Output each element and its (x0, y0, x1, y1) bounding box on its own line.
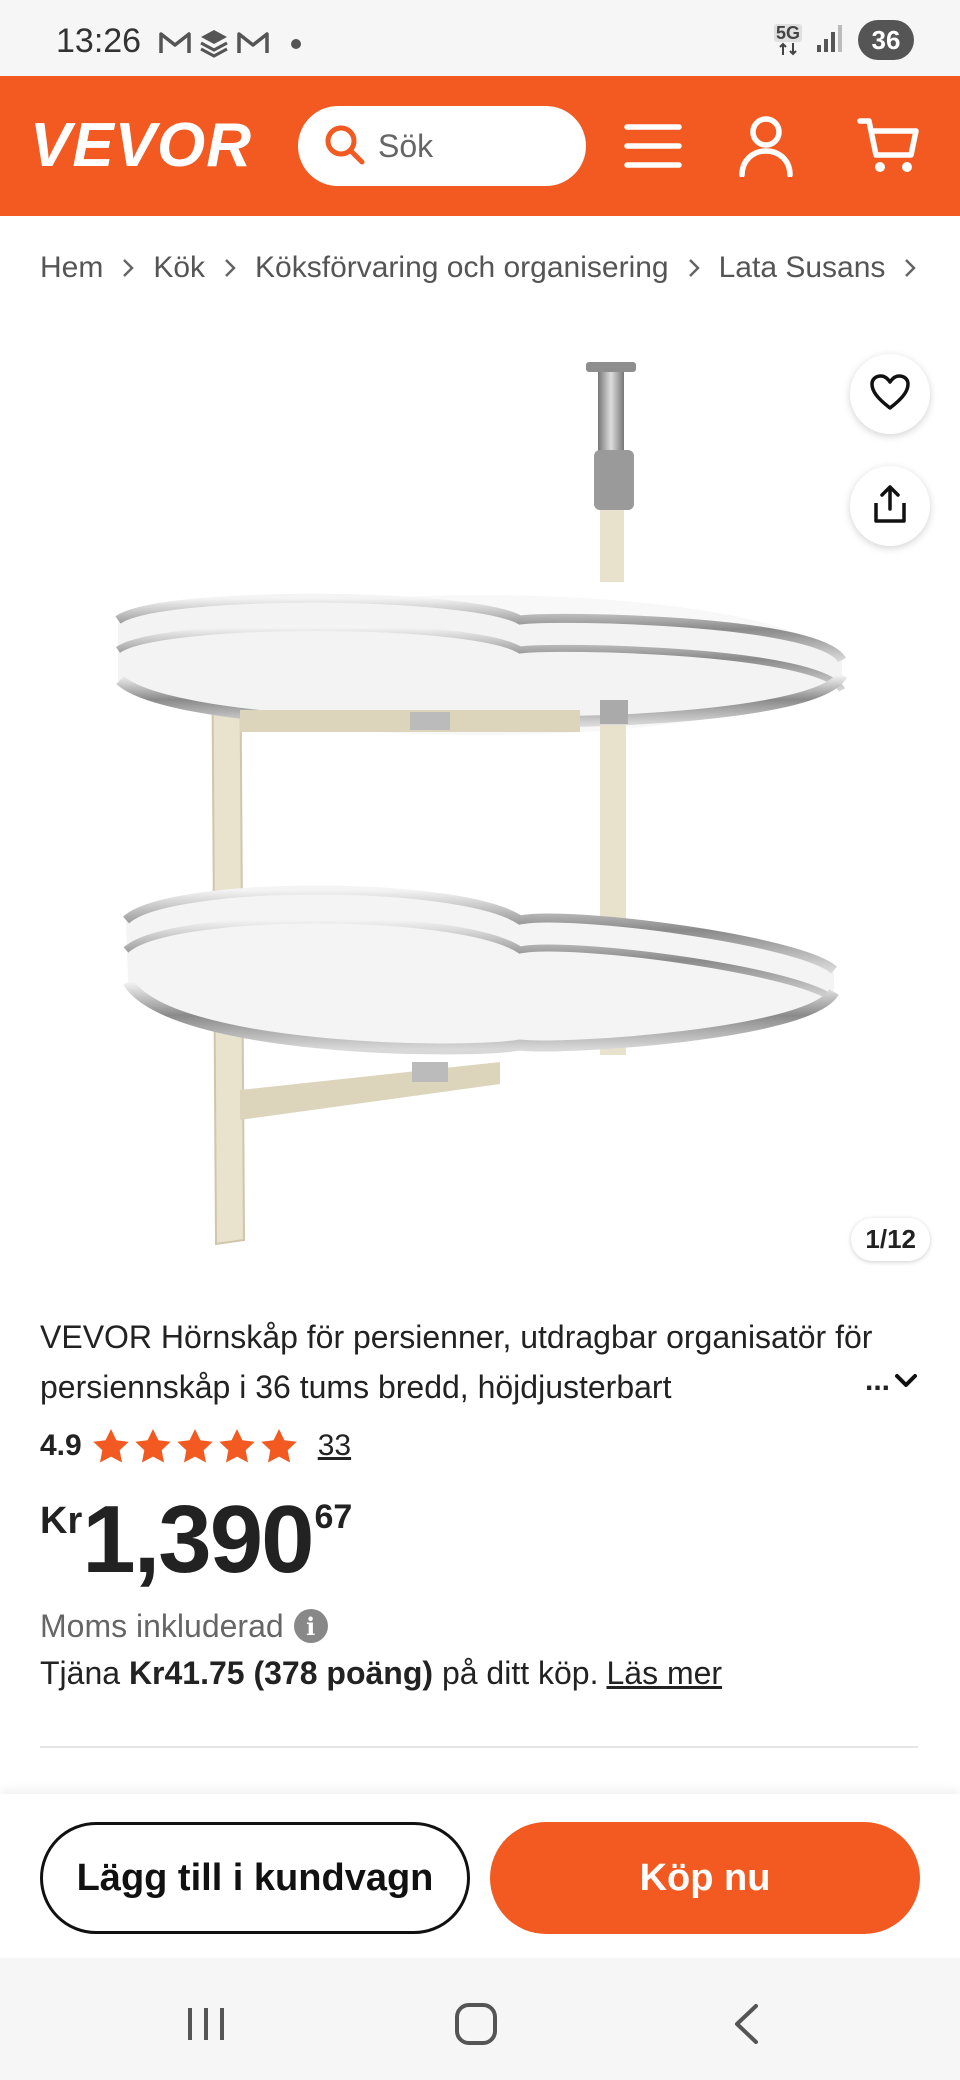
rating-stars (92, 1428, 298, 1464)
price-currency: Kr (40, 1500, 83, 1542)
breadcrumb-item-home[interactable]: Hem (40, 251, 103, 285)
stack-icon (198, 28, 230, 63)
search-icon[interactable] (322, 122, 366, 171)
ellipsis-text: ... (864, 1364, 890, 1397)
share-button[interactable] (850, 466, 930, 546)
cart-icon[interactable] (852, 110, 924, 182)
points-suffix: på ditt köp. (441, 1654, 599, 1691)
divider (40, 1746, 918, 1748)
gmail-icon (236, 30, 270, 61)
share-icon (871, 483, 909, 530)
system-nav-bar (0, 1958, 960, 2080)
breadcrumb-item-kitchen[interactable]: Kök (153, 251, 205, 285)
notification-icons (158, 28, 302, 63)
tax-note: Moms inkluderad i (40, 1604, 328, 1648)
product-title: VEVOR Hörnskåp för persienner, utdragbar… (40, 1319, 873, 1405)
product-image-gallery[interactable]: 1/12 (0, 320, 960, 1280)
back-icon[interactable] (716, 1994, 776, 2054)
buy-now-button[interactable]: Köp nu (490, 1822, 920, 1934)
vevor-logo[interactable]: VEVOR (30, 110, 252, 181)
points-amount: Kr41.75 (378 poäng) (128, 1654, 434, 1691)
system-icons: 5G 36 (773, 20, 914, 60)
rating-value: 4.9 (40, 1429, 82, 1462)
heart-icon (869, 373, 911, 416)
status-bar: 13:26 5G 36 (0, 0, 960, 76)
gmail-icon (158, 30, 192, 61)
search-bar[interactable] (298, 106, 586, 186)
breadcrumb-item-kitchen-storage[interactable]: Köksförvaring och organisering (255, 251, 669, 285)
signal-icon (816, 23, 844, 58)
breadcrumb-item-lazy-susans[interactable]: Lata Susans (719, 251, 886, 285)
chevron-right-icon (121, 257, 135, 279)
star-icon (261, 1429, 297, 1463)
chevron-right-icon (687, 257, 701, 279)
purchase-action-bar: Lägg till i kundvagn Köp nu (0, 1794, 960, 1958)
search-input[interactable] (378, 127, 568, 165)
review-count-link[interactable]: 33 (318, 1429, 351, 1463)
network-5g-icon: 5G (773, 23, 802, 56)
chevron-down-icon (894, 1364, 918, 1398)
star-icon (219, 1429, 255, 1463)
info-icon[interactable]: i (293, 1609, 328, 1643)
points-prefix: Tjäna (40, 1654, 121, 1691)
reward-points: Tjäna Kr41.75 (378 poäng) på ditt köp. Lä… (40, 1650, 722, 1696)
battery-icon: 36 (858, 20, 914, 60)
dot-icon (290, 37, 302, 55)
expand-title-button[interactable]: ... (865, 1364, 918, 1398)
product-rating: 4.9 33 (40, 1422, 351, 1470)
favorite-button[interactable] (850, 354, 930, 434)
product-image (115, 362, 847, 1246)
breadcrumb: Hem Kök Köksförvaring och organisering L… (40, 246, 920, 290)
network-label: 5G (773, 23, 802, 43)
image-counter: 1/12 (851, 1218, 930, 1261)
home-icon[interactable] (446, 1994, 506, 2054)
menu-icon[interactable] (617, 110, 689, 182)
chevron-right-icon (903, 257, 917, 279)
add-to-cart-button[interactable]: Lägg till i kundvagn (40, 1822, 470, 1934)
price-cents: 67 (314, 1498, 353, 1536)
account-icon[interactable] (730, 110, 802, 182)
star-icon (93, 1429, 129, 1463)
star-icon (177, 1429, 213, 1463)
recent-apps-icon[interactable] (176, 1994, 236, 2054)
product-price: Kr 1,390 67 (40, 1488, 352, 1598)
chevron-right-icon (223, 257, 237, 279)
price-main: 1,390 (82, 1486, 314, 1593)
status-time: 13:26 (56, 22, 142, 60)
star-icon (135, 1429, 171, 1463)
read-more-link[interactable]: Läs mer (606, 1655, 722, 1692)
site-header: VEVOR (0, 76, 960, 216)
tax-note-text: Moms inkluderad (40, 1607, 284, 1644)
